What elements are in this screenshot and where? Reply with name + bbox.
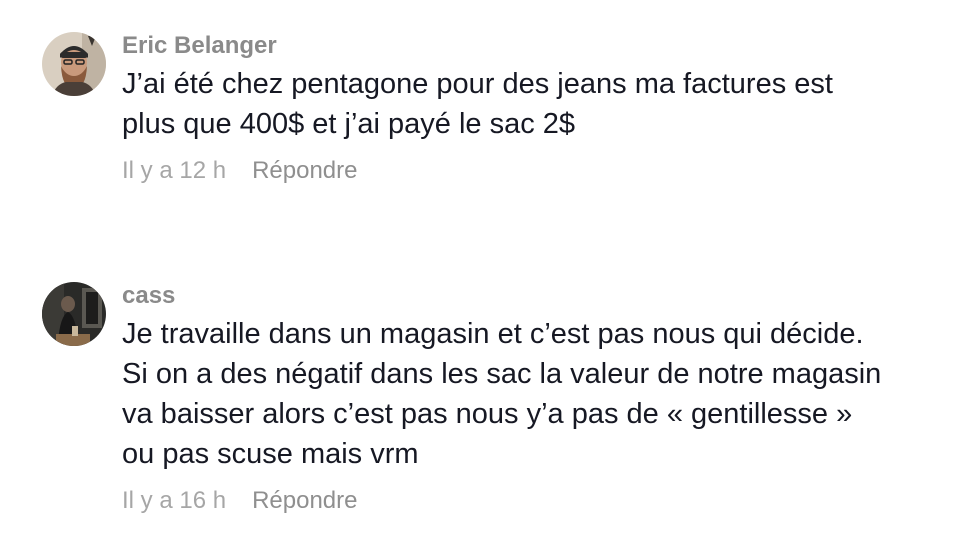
comment-meta: Il y a 16 h Répondre	[122, 485, 940, 517]
bearded-man-avatar-icon	[42, 32, 106, 96]
comment-text-line: plus que 400$ et j’ai payé le sac 2$	[122, 108, 576, 140]
comment-body: cass Je travaille dans un magasin et c’e…	[122, 280, 940, 517]
comment-text-line: Je travaille dans un magasin et c’est pa…	[122, 318, 864, 350]
comment-timestamp: Il y a 16 h	[122, 487, 227, 514]
comment-text-line: va baisser alors c’est pas nous y’a pas …	[122, 398, 853, 430]
user-avatar[interactable]	[42, 32, 106, 96]
comment-meta: Il y a 12 h Répondre	[122, 155, 940, 187]
comment-text-line: Si on a des négatif dans les sac la vale…	[122, 358, 882, 390]
comment-text-line: J’ai été chez pentagone pour des jeans m…	[122, 68, 833, 100]
comment-text: Je travaille dans un magasin et c’est pa…	[122, 314, 940, 474]
comment-text: J’ai été chez pentagone pour des jeans m…	[122, 64, 940, 144]
reply-button[interactable]: Répondre	[252, 485, 357, 517]
comment-body: Eric Belanger J’ai été chez pentagone po…	[122, 30, 940, 187]
comment-username[interactable]: cass	[122, 280, 940, 312]
comment-username[interactable]: Eric Belanger	[122, 30, 940, 62]
reply-button[interactable]: Répondre	[252, 155, 357, 187]
comment-timestamp: Il y a 12 h	[122, 157, 227, 184]
user-avatar[interactable]	[42, 282, 106, 346]
comment-text-line: ou pas scuse mais vrm	[122, 438, 419, 470]
dark-room-avatar-icon	[42, 282, 106, 346]
